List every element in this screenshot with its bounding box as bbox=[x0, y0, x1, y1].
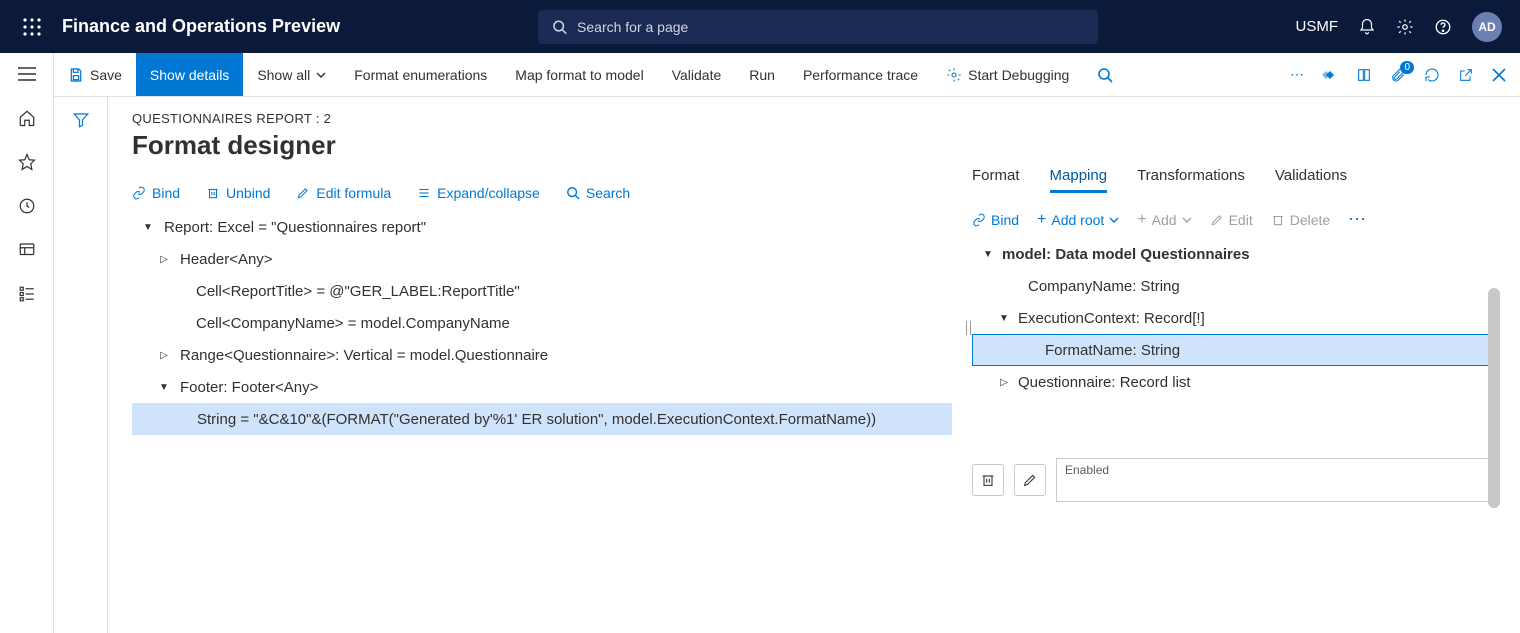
page-title: Format designer bbox=[132, 130, 1520, 161]
delete-button: Delete bbox=[1271, 212, 1330, 228]
run-button[interactable]: Run bbox=[735, 53, 789, 96]
workspace-icon[interactable] bbox=[16, 239, 38, 261]
validate-button[interactable]: Validate bbox=[658, 53, 736, 96]
splitter[interactable] bbox=[962, 161, 972, 502]
star-icon[interactable] bbox=[16, 151, 38, 173]
diamond-icon[interactable] bbox=[1322, 67, 1338, 83]
tree-node-selected[interactable]: String = "&C&10"&(FORMAT("Generated by'%… bbox=[132, 403, 952, 435]
left-rail bbox=[0, 53, 54, 633]
bell-icon[interactable] bbox=[1358, 18, 1376, 36]
performance-trace-button[interactable]: Performance trace bbox=[789, 53, 932, 96]
mapping-node[interactable]: ▷Questionnaire: Record list bbox=[972, 366, 1500, 398]
mapping-bind-button[interactable]: Bind bbox=[972, 212, 1019, 228]
close-icon[interactable] bbox=[1492, 68, 1506, 82]
gear-icon[interactable] bbox=[1396, 18, 1414, 36]
edit-square-button[interactable] bbox=[1014, 464, 1046, 496]
refresh-icon[interactable] bbox=[1424, 67, 1440, 83]
left-tree: Bind Unbind Edit formula Expand/collapse… bbox=[132, 161, 962, 502]
breadcrumb: QUESTIONNAIRES REPORT : 2 bbox=[132, 111, 1520, 126]
start-debugging-button[interactable]: Start Debugging bbox=[932, 53, 1083, 96]
tree-node[interactable]: ▼Footer: Footer<Any> bbox=[132, 371, 952, 403]
global-search[interactable] bbox=[538, 10, 1098, 44]
tree-node[interactable]: Cell<ReportTitle> = @"GER_LABEL:ReportTi… bbox=[132, 275, 952, 307]
expand-collapse-button[interactable]: Expand/collapse bbox=[417, 185, 540, 201]
tab-transformations[interactable]: Transformations bbox=[1137, 161, 1245, 193]
tree-node[interactable]: Cell<CompanyName> = model.CompanyName bbox=[132, 307, 952, 339]
format-enumerations-button[interactable]: Format enumerations bbox=[340, 53, 501, 96]
company-label[interactable]: USMF bbox=[1296, 18, 1339, 35]
enabled-field[interactable]: Enabled bbox=[1056, 458, 1496, 502]
popout-icon[interactable] bbox=[1458, 67, 1474, 83]
tree-node[interactable]: ▼Report: Excel = "Questionnaires report" bbox=[132, 211, 952, 243]
waffle-icon[interactable] bbox=[12, 18, 52, 36]
help-icon[interactable] bbox=[1434, 18, 1452, 36]
edit-button: Edit bbox=[1210, 212, 1253, 228]
clock-icon[interactable] bbox=[16, 195, 38, 217]
action-search-button[interactable] bbox=[1083, 53, 1127, 96]
more-icon[interactable]: ⋯ bbox=[1290, 66, 1304, 83]
scrollbar[interactable] bbox=[1488, 238, 1500, 398]
edit-formula-button[interactable]: Edit formula bbox=[296, 185, 391, 201]
mapping-node[interactable]: ▼model: Data model Questionnaires bbox=[972, 238, 1500, 270]
mapping-node[interactable]: CompanyName: String bbox=[972, 270, 1500, 302]
mapping-more-icon[interactable]: ⋯ bbox=[1348, 209, 1366, 230]
tree-node[interactable]: ▷Header<Any> bbox=[132, 243, 952, 275]
show-all-button[interactable]: Show all bbox=[243, 53, 340, 96]
topbar: Finance and Operations Preview USMF AD bbox=[0, 0, 1520, 53]
add-root-button[interactable]: +Add root bbox=[1037, 212, 1119, 228]
mapping-node-selected[interactable]: FormatName: String bbox=[972, 334, 1500, 366]
tab-mapping[interactable]: Mapping bbox=[1050, 161, 1108, 193]
hamburger-icon[interactable] bbox=[16, 63, 38, 85]
filter-icon[interactable] bbox=[72, 111, 90, 633]
unbind-button[interactable]: Unbind bbox=[206, 185, 270, 201]
attach-icon[interactable]: 0 bbox=[1390, 67, 1406, 83]
tree-search-button[interactable]: Search bbox=[566, 185, 630, 201]
tab-format[interactable]: Format bbox=[972, 161, 1020, 193]
avatar[interactable]: AD bbox=[1472, 12, 1502, 42]
book-icon[interactable] bbox=[1356, 67, 1372, 83]
delete-square-button[interactable] bbox=[972, 464, 1004, 496]
map-format-button[interactable]: Map format to model bbox=[501, 53, 657, 96]
right-tabs: Format Mapping Transformations Validatio… bbox=[972, 161, 1500, 193]
modules-icon[interactable] bbox=[16, 283, 38, 305]
home-icon[interactable] bbox=[16, 107, 38, 129]
tab-validations[interactable]: Validations bbox=[1275, 161, 1347, 193]
mapping-node[interactable]: ▼ExecutionContext: Record[!] bbox=[972, 302, 1500, 334]
tree-node[interactable]: ▷Range<Questionnaire>: Vertical = model.… bbox=[132, 339, 952, 371]
bind-button[interactable]: Bind bbox=[132, 185, 180, 201]
action-bar: Save Show details Show all Format enumer… bbox=[54, 53, 1520, 97]
save-button[interactable]: Save bbox=[54, 53, 136, 96]
global-search-input[interactable] bbox=[577, 19, 1084, 35]
add-button: +Add bbox=[1137, 212, 1191, 228]
show-details-button[interactable]: Show details bbox=[136, 53, 243, 96]
app-title: Finance and Operations Preview bbox=[62, 16, 340, 37]
filter-column bbox=[54, 97, 108, 633]
